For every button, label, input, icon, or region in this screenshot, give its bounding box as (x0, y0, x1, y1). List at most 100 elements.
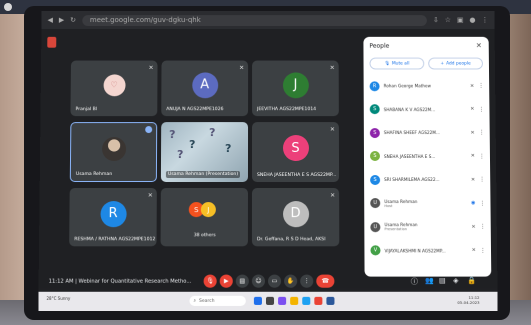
question-mark-shape: ? (176, 148, 184, 161)
star-icon[interactable]: ☆ (445, 16, 451, 24)
search-label: Search (199, 298, 215, 304)
list-item[interactable]: S SHABANA K V AGS22M... ✕ ⋮ (369, 98, 484, 121)
participant-name: Dr. Geffana, R S D Head, AKSI (256, 237, 326, 243)
mic-off-icon: ✕ (470, 106, 475, 113)
menu-icon[interactable]: ⋮ (481, 16, 488, 24)
speaking-icon: ◉ (471, 200, 476, 207)
participant-tile[interactable]: J ✕ JEEVITHA AGS22MPE1014 (252, 60, 339, 117)
add-people-label: Add people (446, 61, 471, 67)
people-icon[interactable]: 👥 (425, 277, 434, 285)
edge-icon[interactable] (302, 296, 311, 305)
avatar: D (282, 200, 309, 227)
others-count: 38 others (193, 233, 216, 239)
more-icon[interactable]: ⋮ (478, 83, 484, 90)
more-icon[interactable]: ⋮ (478, 106, 484, 113)
status-dot-icon (4, 3, 12, 11)
panel-title: People (369, 42, 390, 50)
person-name: SNEHA JASEENTHA E S... (383, 153, 436, 159)
question-mark-shape: ? (169, 128, 176, 142)
participant-tile[interactable]: ♡ ✕ Pranjal Bl (70, 60, 158, 117)
mic-off-icon: ✕ (329, 126, 335, 134)
captions-icon[interactable]: ▤ (235, 274, 249, 288)
present-icon[interactable]: ▭ (268, 274, 282, 288)
search-icon: ⌕ (193, 298, 197, 304)
list-item[interactable]: U Usama Rehman Presentation ✕ ⋮ (370, 215, 486, 239)
avatar: J (200, 202, 216, 218)
list-item[interactable]: R Rohan George Mathew ✕ ⋮ (369, 74, 484, 97)
participant-tile[interactable]: D ✕ Dr. Geffana, R S D Head, AKSI (251, 188, 340, 247)
end-call-icon[interactable]: ☎ (316, 274, 335, 288)
more-icon[interactable]: ⋮ (479, 153, 485, 160)
raise-hand-icon[interactable]: ✋ (284, 274, 298, 288)
avatar: S (369, 127, 380, 138)
file-explorer-icon[interactable] (290, 296, 299, 305)
participant-name: Usama Rehman (75, 171, 113, 178)
avatar: U (370, 221, 381, 232)
list-item[interactable]: S SRI SHARMILEMA AGS22... ✕ ⋮ (370, 168, 485, 192)
avatar: S (369, 151, 381, 162)
participant-tile[interactable]: R ✕ RESHMA / RATHNA AGS22MPE1012 (69, 188, 157, 247)
avatar: A (191, 72, 218, 98)
participant-name: SNEHA JASEENTHA E S AGS22MP... (256, 173, 337, 179)
windows-start-icon[interactable] (253, 296, 262, 305)
chrome-icon[interactable] (314, 296, 323, 305)
forward-icon[interactable]: ▶ (59, 16, 64, 24)
activities-icon[interactable]: ◈ (453, 277, 458, 285)
avatar: S (369, 104, 380, 115)
speaking-icon (145, 126, 153, 134)
question-mark-shape: ? (189, 138, 196, 152)
download-icon[interactable]: ⇩ (433, 16, 439, 24)
address-bar[interactable]: meet.google.com/guv-dgku-qhk (81, 14, 428, 26)
list-item[interactable]: S SHAFINA SHEEF AGS22M... ✕ ⋮ (369, 121, 485, 144)
meeting-title: 11:12 AM | Webinar for Quantitative Rese… (48, 278, 192, 285)
more-icon[interactable]: ⋮ (300, 274, 314, 288)
more-icon[interactable]: ⋮ (480, 247, 486, 254)
mic-off-icon[interactable]: 🎙 (203, 274, 217, 288)
avatar: S (370, 174, 381, 185)
participant-tile-active[interactable]: Usama Rehman (69, 122, 158, 183)
back-icon[interactable]: ◀ (48, 16, 53, 24)
list-item[interactable]: U Usama Rehman Host ◉ ⋮ (370, 192, 486, 216)
profile-icon[interactable]: ● (469, 16, 475, 24)
mic-off-icon: ✕ (330, 192, 336, 200)
browser-bar: ◀ ▶ ↻ meet.google.com/guv-dgku-qhk ⇩ ☆ ▣… (41, 11, 495, 29)
camera-icon[interactable]: ▶ (219, 274, 233, 288)
mic-off-icon: ✕ (471, 223, 476, 230)
emoji-icon[interactable]: ☺ (251, 274, 265, 288)
mute-all-button[interactable]: 🎙 Mute all (369, 57, 425, 70)
presentation-tile[interactable]: ? ? ? ? ? Usama Rehman (Presentation) (160, 122, 249, 183)
more-icon[interactable]: ⋮ (480, 223, 486, 230)
avatar: S (282, 135, 309, 162)
info-icon[interactable]: ⓘ (411, 277, 418, 287)
weather-widget[interactable]: 28°C Sunny (46, 296, 70, 301)
more-icon[interactable]: ⋮ (479, 200, 485, 207)
chat-icon[interactable]: ▤ (439, 277, 446, 285)
mic-off-icon: ✕ (470, 153, 475, 160)
participant-tile[interactable]: A ✕ ANUJA N AGS22MPE1026 (161, 60, 249, 117)
more-icon[interactable]: ⋮ (479, 176, 485, 183)
mic-off-icon: ✕ (471, 247, 476, 254)
word-icon[interactable] (326, 296, 335, 305)
others-tile[interactable]: S J 38 others (160, 188, 248, 247)
participant-tile[interactable]: S ✕ SNEHA JASEENTHA E S AGS22MP... (251, 122, 340, 183)
lock-icon[interactable]: 🔒 (467, 277, 476, 285)
task-view-icon[interactable] (265, 296, 275, 305)
person-name: SRI SHARMILEMA AGS22... (384, 177, 440, 183)
add-people-button[interactable]: + Add people (428, 57, 484, 70)
person-name: Rohan George Mathew (383, 83, 431, 89)
participant-name: RESHMA / RATHNA AGS22MPE1012 (74, 237, 156, 243)
participant-name: Pranjal Bl (75, 107, 98, 113)
avatar-photo (101, 136, 126, 161)
taskbar-search[interactable]: ⌕ Search (189, 295, 246, 306)
more-icon[interactable]: ⋮ (479, 129, 485, 136)
mic-off-icon: ✕ (147, 192, 153, 200)
extension-icon[interactable]: ▣ (457, 16, 464, 24)
reload-icon[interactable]: ↻ (70, 16, 76, 24)
list-item[interactable]: S SNEHA JASEENTHA E S... ✕ ⋮ (369, 145, 485, 168)
person-role: Host (384, 203, 393, 208)
clock-date: 05-04-2023 (457, 299, 480, 305)
mic-off-icon: ✕ (470, 83, 475, 90)
teams-icon[interactable] (278, 296, 287, 305)
list-item[interactable]: V VIJAYALAKSHMI N AGS22MP... ✕ ⋮ (370, 239, 486, 263)
close-icon[interactable]: ✕ (476, 42, 482, 50)
